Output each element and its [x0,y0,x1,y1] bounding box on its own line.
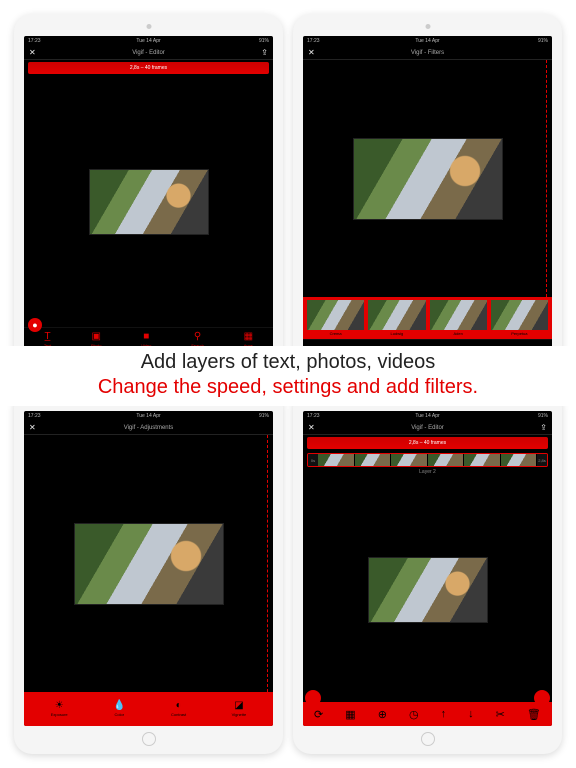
ipad-adjustments: 17:23 Tue 14 Apr 91% ✕ Vigif - Adjustmen… [14,389,283,754]
status-bar: 17:23 Tue 14 Apr 91% [24,411,273,421]
home-button[interactable] [142,732,156,746]
record-fab[interactable]: ● [28,318,42,332]
adjust-color[interactable]: 💧Color [113,701,125,717]
nav-bar: ✕ Vigif - Filters [303,46,552,60]
screen-title: Vigif - Filters [411,50,444,56]
adjustments-strip: ☀Exposure 💧Color ◐Contrast ◪Vignette [24,692,273,726]
timeline-thumb[interactable] [318,454,355,466]
close-icon[interactable]: ✕ [308,48,315,57]
timeline-thumb[interactable] [355,454,392,466]
layer-label: Layer 2 [303,469,552,477]
vignette-icon: ◪ [234,701,243,711]
status-battery: 91% [259,38,269,44]
frames-bar[interactable]: 2,8s – 40 frames [307,437,548,449]
adjust-exposure[interactable]: ☀Exposure [51,701,68,717]
gif-preview[interactable] [74,523,224,605]
gif-preview[interactable] [368,557,488,623]
home-button[interactable] [421,732,435,746]
adjust-contrast[interactable]: ◐Contrast [171,701,186,717]
trash-icon[interactable]: 🗑 [527,708,541,721]
gif-preview[interactable] [89,169,209,235]
nav-bar: ✕ Vigif - Editor ⇪ [24,46,273,60]
filter-aden[interactable]: Aden [430,300,487,336]
drop-icon: 💧 [113,701,125,711]
filter-thumb [430,300,487,330]
frames-label: 2,8s – 40 frames [130,65,167,71]
photo-icon: ▣ [91,332,100,342]
close-icon[interactable]: ✕ [308,423,315,432]
canvas[interactable] [303,477,552,702]
canvas[interactable] [24,435,273,692]
timeline-thumb[interactable] [391,454,428,466]
filter-perpetua[interactable]: Perpetua [491,300,548,336]
crop-edge[interactable] [546,60,552,297]
ipad-editor: 17:23 Tue 14 Apr 91% ✕ Vigif - Editor ⇪ … [14,14,283,379]
screen-title: Vigif - Adjustments [124,425,174,431]
up-icon[interactable]: ↑ [441,708,447,720]
cut-icon[interactable]: ✂ [496,708,505,721]
status-bar: 17:23 Tue 14 Apr 91% [24,36,273,46]
search-icon: ⚲ [194,332,201,342]
canvas[interactable] [24,76,273,327]
status-bar: 17:23 Tue 14 Apr 91% [303,411,552,421]
close-icon[interactable]: ✕ [29,48,36,57]
status-date: Tue 14 Apr [136,38,160,44]
timeline-start: 0s [308,454,318,466]
grid-icon[interactable]: ▦ [345,708,355,721]
marketing-caption: Add layers of text, photos, videos Chang… [0,346,576,406]
status-bar: 17:23 Tue 14 Apr 91% [303,36,552,46]
canvas[interactable] [303,60,552,297]
down-icon[interactable]: ↓ [468,708,474,720]
share-icon[interactable]: ⇪ [261,48,268,57]
filter-thumb [491,300,548,330]
filter-thumb [307,300,364,330]
filter-crema[interactable]: Crema [307,300,364,336]
ipad-layers: 17:23 Tue 14 Apr 91% ✕ Vigif - Editor ⇪ … [293,389,562,754]
sun-icon: ☀ [55,701,64,711]
video-icon: ■ [143,332,149,342]
ipad-filters: 17:23 Tue 14 Apr 91% ✕ Vigif - Filters C… [293,14,562,379]
screen-title: Vigif - Editor [132,50,165,56]
globe-icon[interactable]: ⊕ [378,708,387,721]
timeline-thumb[interactable] [428,454,465,466]
caption-line-1: Add layers of text, photos, videos [0,350,576,375]
filter-ludwig[interactable]: Ludwig [368,300,425,336]
contrast-icon: ◐ [176,701,182,711]
loop-icon[interactable]: ⟳ [314,708,323,721]
timeline-thumb[interactable] [501,454,538,466]
filter-strip: Crema Ludwig Aden Perpetua [303,297,552,339]
caption-line-2: Change the speed, settings and add filte… [0,375,576,400]
status-time: 17:23 [28,38,41,44]
screen-title: Vigif - Editor [411,425,444,431]
clock-icon[interactable]: ◷ [409,708,419,721]
gif-preview[interactable] [353,138,503,220]
nav-bar: ✕ Vigif - Adjustments [24,421,273,435]
filter-thumb [368,300,425,330]
close-icon[interactable]: ✕ [29,423,36,432]
frames-bar[interactable]: 2,8s – 40 frames [28,62,269,74]
adjust-vignette[interactable]: ◪Vignette [232,701,247,717]
crop-edge[interactable] [267,435,273,692]
share-icon[interactable]: ⇪ [540,423,547,432]
timeline[interactable]: 0s 2,8s [307,453,548,467]
text-icon: T̲ [44,332,50,342]
apps-icon: ▦ [244,332,253,342]
timeline-thumb[interactable] [464,454,501,466]
layer-toolbar: ⟳ ▦ ⊕ ◷ ↑ ↓ ✂ 🗑 [303,702,552,726]
nav-bar: ✕ Vigif - Editor ⇪ [303,421,552,435]
timeline-end: 2,8s [537,454,547,466]
